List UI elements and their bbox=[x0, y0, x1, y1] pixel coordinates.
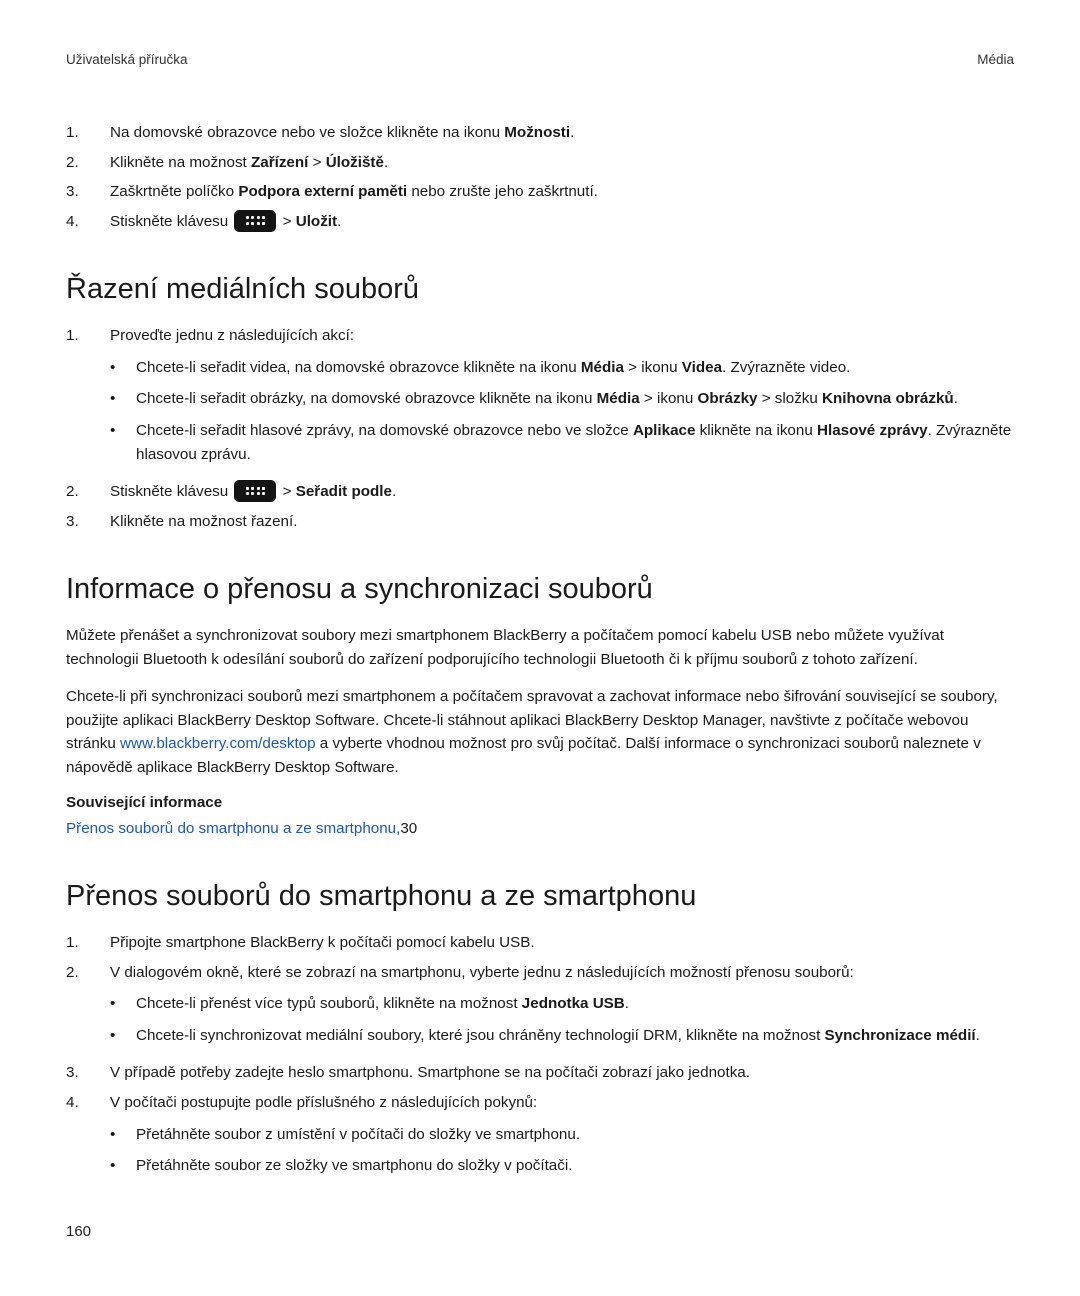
step-content: Stiskněte klávesu > Seřadit podle. bbox=[110, 480, 1014, 504]
bullet-icon: • bbox=[110, 1024, 136, 1048]
step-number: 4. bbox=[66, 210, 110, 234]
transfer-options: • Chcete-li přenést více typů souborů, k… bbox=[110, 992, 1014, 1047]
heading-transfer-files: Přenos souborů do smartphonu a ze smartp… bbox=[66, 880, 1014, 913]
step-1: 1. Připojte smartphone BlackBerry k počí… bbox=[66, 931, 1014, 955]
link-related-transfer[interactable]: Přenos souborů do smartphonu a ze smartp… bbox=[66, 820, 400, 837]
step-content: V dialogovém okně, které se zobrazí na s… bbox=[110, 961, 1014, 1056]
step-number: 2. bbox=[66, 961, 110, 1056]
step-number: 1. bbox=[66, 324, 110, 474]
paragraph: Můžete přenášet a synchronizovat soubory… bbox=[66, 624, 1014, 671]
step-content: Zaškrtněte políčko Podpora externí pamět… bbox=[110, 180, 1014, 204]
page-number: 160 bbox=[66, 1223, 91, 1240]
sorting-steps: 1. Proveďte jednu z následujících akcí: … bbox=[66, 324, 1014, 533]
blackberry-key-icon bbox=[234, 480, 276, 502]
header-right: Média bbox=[977, 52, 1014, 67]
step-content: Klikněte na možnost Zařízení > Úložiště. bbox=[110, 151, 1014, 175]
step-number: 2. bbox=[66, 480, 110, 504]
step-number: 3. bbox=[66, 180, 110, 204]
bullet-icon: • bbox=[110, 1123, 136, 1147]
step-2: 2. Klikněte na možnost Zařízení > Úložiš… bbox=[66, 151, 1014, 175]
page-header: Uživatelská příručka Média bbox=[66, 52, 1014, 67]
list-item: • Chcete-li seřadit hlasové zprávy, na d… bbox=[110, 419, 1014, 466]
step-4: 4. Stiskněte klávesu > Uložit. bbox=[66, 210, 1014, 234]
step-content: Připojte smartphone BlackBerry k počítač… bbox=[110, 931, 1014, 955]
page: Uživatelská příručka Média 1. Na domovsk… bbox=[0, 0, 1080, 1296]
transfer-steps: 1. Připojte smartphone BlackBerry k počí… bbox=[66, 931, 1014, 1186]
drag-options: • Přetáhněte soubor z umístění v počítač… bbox=[110, 1123, 1014, 1178]
step-number: 4. bbox=[66, 1091, 110, 1186]
bullet-icon: • bbox=[110, 387, 136, 411]
related-info-item: Přenos souborů do smartphonu a ze smartp… bbox=[66, 817, 1014, 841]
link-blackberry-desktop[interactable]: www.blackberry.com/desktop bbox=[120, 735, 316, 752]
step-1: 1. Proveďte jednu z následujících akcí: … bbox=[66, 324, 1014, 474]
bullet-icon: • bbox=[110, 992, 136, 1016]
step-content: Klikněte na možnost řazení. bbox=[110, 510, 1014, 534]
step-number: 3. bbox=[66, 1061, 110, 1085]
list-item: • Chcete-li seřadit obrázky, na domovské… bbox=[110, 387, 1014, 411]
step-content: Na domovské obrazovce nebo ve složce kli… bbox=[110, 121, 1014, 145]
step-number: 1. bbox=[66, 121, 110, 145]
step-3: 3. V případě potřeby zadejte heslo smart… bbox=[66, 1061, 1014, 1085]
step-2: 2. V dialogovém okně, které se zobrazí n… bbox=[66, 961, 1014, 1056]
bullet-icon: • bbox=[110, 356, 136, 380]
intro-steps: 1. Na domovské obrazovce nebo ve složce … bbox=[66, 121, 1014, 233]
list-item: • Chcete-li přenést více typů souborů, k… bbox=[110, 992, 1014, 1016]
step-number: 3. bbox=[66, 510, 110, 534]
heading-sorting: Řazení mediálních souborů bbox=[66, 273, 1014, 306]
bullet-icon: • bbox=[110, 1154, 136, 1178]
step-4: 4. V počítači postupujte podle příslušné… bbox=[66, 1091, 1014, 1186]
sorting-options: • Chcete-li seřadit videa, na domovské o… bbox=[110, 356, 1014, 466]
step-2: 2. Stiskněte klávesu > Seřadit podle. bbox=[66, 480, 1014, 504]
blackberry-key-icon bbox=[234, 210, 276, 232]
list-item: • Přetáhněte soubor ze složky ve smartph… bbox=[110, 1154, 1014, 1178]
list-item: • Chcete-li synchronizovat mediální soub… bbox=[110, 1024, 1014, 1048]
step-content: Proveďte jednu z následujících akcí: • C… bbox=[110, 324, 1014, 474]
list-item: • Chcete-li seřadit videa, na domovské o… bbox=[110, 356, 1014, 380]
step-1: 1. Na domovské obrazovce nebo ve složce … bbox=[66, 121, 1014, 145]
paragraph: Chcete-li při synchronizaci souborů mezi… bbox=[66, 685, 1014, 779]
step-content: V počítači postupujte podle příslušného … bbox=[110, 1091, 1014, 1186]
heading-transfer-info: Informace o přenosu a synchronizaci soub… bbox=[66, 573, 1014, 606]
step-3: 3. Klikněte na možnost řazení. bbox=[66, 510, 1014, 534]
step-content: Stiskněte klávesu > Uložit. bbox=[110, 210, 1014, 234]
step-number: 1. bbox=[66, 931, 110, 955]
bullet-icon: • bbox=[110, 419, 136, 466]
header-left: Uživatelská příručka bbox=[66, 52, 188, 67]
step-content: V případě potřeby zadejte heslo smartpho… bbox=[110, 1061, 1014, 1085]
list-item: • Přetáhněte soubor z umístění v počítač… bbox=[110, 1123, 1014, 1147]
step-number: 2. bbox=[66, 151, 110, 175]
related-info-label: Související informace bbox=[66, 794, 1014, 811]
step-3: 3. Zaškrtněte políčko Podpora externí pa… bbox=[66, 180, 1014, 204]
